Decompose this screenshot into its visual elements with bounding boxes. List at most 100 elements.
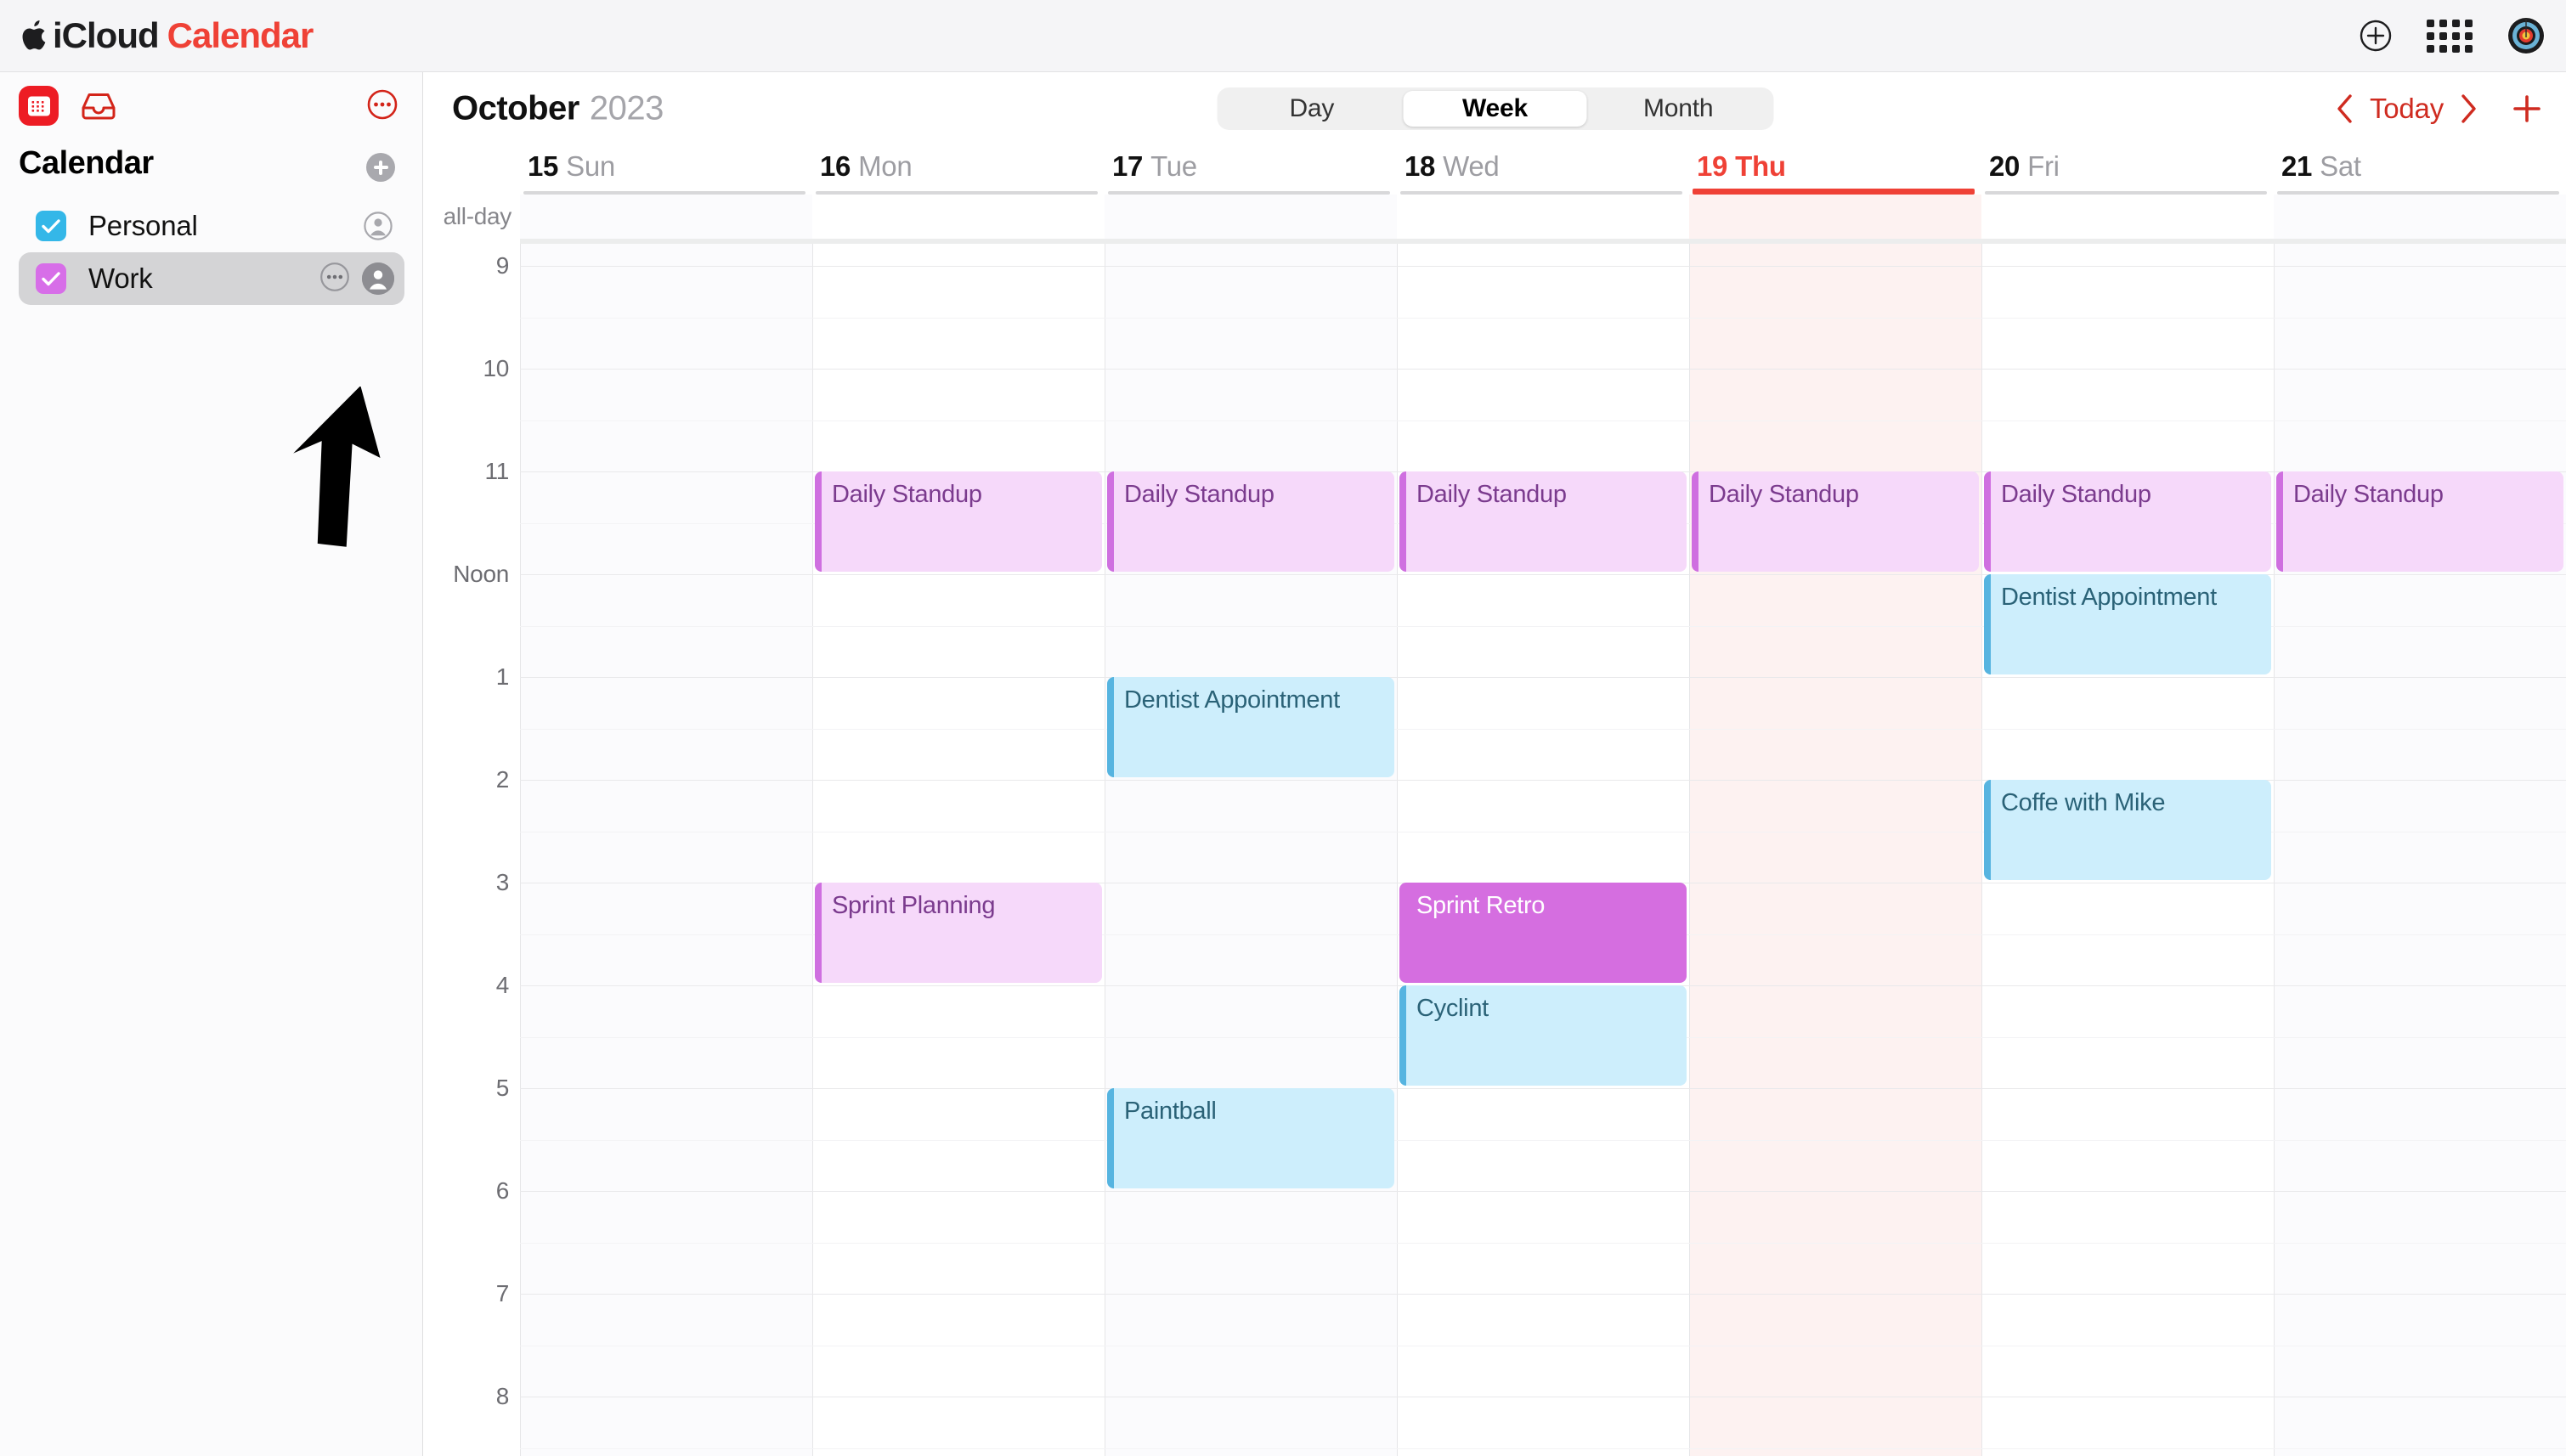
- app-top-bar: iCloud Calendar: [0, 0, 2566, 72]
- event-title: Sprint Retro: [1416, 892, 1546, 919]
- grid-vline: [2274, 244, 2275, 1456]
- day-column[interactable]: [520, 244, 812, 1456]
- day-number: 18: [1405, 150, 1436, 182]
- day-of-week: Sat: [2320, 150, 2361, 182]
- grid-hline: [520, 677, 2566, 678]
- day-header-thu[interactable]: 19 Thu: [1689, 145, 1981, 195]
- calendar-event[interactable]: Daily Standup: [1692, 471, 1979, 572]
- tab-day[interactable]: Day: [1220, 91, 1404, 127]
- calendar-checkbox[interactable]: [36, 211, 66, 241]
- day-number: 20: [1989, 150, 2021, 182]
- calendar-event[interactable]: Daily Standup: [1399, 471, 1687, 572]
- day-column[interactable]: [812, 244, 1105, 1456]
- grid-halfhour-line: [520, 728, 2566, 730]
- day-of-week: Sun: [566, 150, 615, 182]
- all-day-cell[interactable]: [2274, 195, 2566, 239]
- more-circle-icon[interactable]: [367, 89, 398, 124]
- all-day-cell[interactable]: [1397, 195, 1689, 239]
- calendar-main: October 2023 Day Week Month Today 15 Sun 16…: [424, 72, 2566, 1456]
- all-day-cell[interactable]: [1105, 195, 1397, 239]
- share-calendar-icon[interactable]: [362, 210, 394, 242]
- hour-label: 10: [483, 355, 509, 381]
- hour-label: 7: [495, 1280, 510, 1306]
- account-avatar[interactable]: [2507, 16, 2546, 55]
- calendar-item-work[interactable]: Work: [19, 252, 404, 305]
- all-day-cell[interactable]: [1689, 195, 1981, 239]
- day-header-fri[interactable]: 20 Fri: [1981, 145, 2274, 195]
- hour-label: 5: [495, 1075, 510, 1101]
- share-calendar-icon[interactable]: [362, 262, 394, 295]
- add-circle-icon[interactable]: [2359, 19, 2393, 53]
- calendar-event[interactable]: Dentist Appointment: [1984, 574, 2271, 674]
- day-column[interactable]: [1105, 244, 1397, 1456]
- calendar-event[interactable]: Coffe with Mike: [1984, 780, 2271, 880]
- event-title: Sprint Planning: [832, 892, 996, 919]
- calendar-event[interactable]: Sprint Retro: [1399, 883, 1687, 983]
- grid-hline: [520, 1088, 2566, 1089]
- day-column[interactable]: [1689, 244, 1981, 1456]
- next-week-button[interactable]: [2456, 92, 2481, 126]
- calendar-list: Personal Work: [0, 200, 423, 305]
- all-day-cell[interactable]: [1981, 195, 2274, 239]
- day-number: 17: [1112, 150, 1144, 182]
- view-switcher: Day Week Month: [1217, 87, 1773, 130]
- calendar-event[interactable]: Daily Standup: [1984, 471, 2271, 572]
- new-event-button[interactable]: [2510, 92, 2544, 126]
- tab-month[interactable]: Month: [1586, 91, 1770, 127]
- day-header-label: 15 Sun: [528, 150, 615, 183]
- event-title: Daily Standup: [1709, 481, 1859, 508]
- calendar-event[interactable]: Sprint Planning: [815, 883, 1102, 983]
- day-header-tue[interactable]: 17 Tue: [1105, 145, 1397, 195]
- calendar-event[interactable]: Daily Standup: [815, 471, 1102, 572]
- today-button[interactable]: Today: [2358, 93, 2456, 125]
- grid-hline: [520, 369, 2566, 370]
- all-day-cell[interactable]: [520, 195, 812, 239]
- day-column[interactable]: [2274, 244, 2566, 1456]
- previous-week-button[interactable]: [2332, 92, 2358, 126]
- day-header-mon[interactable]: 16 Mon: [812, 145, 1105, 195]
- calendar-event[interactable]: Paintball: [1107, 1088, 1394, 1188]
- day-of-week: Thu: [1735, 150, 1786, 182]
- event-title: Daily Standup: [2001, 481, 2151, 508]
- event-title: Daily Standup: [1124, 481, 1275, 508]
- grid-vline: [812, 244, 813, 1456]
- day-header-sat[interactable]: 21 Sat: [2274, 145, 2566, 195]
- calendar-event[interactable]: Daily Standup: [1107, 471, 1394, 572]
- calendar-event[interactable]: Daily Standup: [2276, 471, 2563, 572]
- grid-vline: [520, 244, 521, 1456]
- calendar-icon[interactable]: [19, 86, 59, 126]
- app-grid-icon[interactable]: [2427, 19, 2473, 53]
- add-calendar-button[interactable]: [366, 153, 395, 182]
- day-header-sun[interactable]: 15 Sun: [520, 145, 812, 195]
- day-header-wed[interactable]: 18 Wed: [1397, 145, 1689, 195]
- calendar-checkbox[interactable]: [36, 263, 66, 294]
- calendar-event[interactable]: Cyclint: [1399, 985, 1687, 1086]
- brand-logo: iCloud Calendar: [22, 15, 314, 56]
- hour-label: 8: [495, 1383, 510, 1409]
- inbox-icon[interactable]: [81, 91, 116, 126]
- calendar-event[interactable]: Dentist Appointment: [1107, 677, 1394, 777]
- calendar-more-icon[interactable]: [319, 262, 350, 296]
- week-grid[interactable]: 9 10 11 Noon 1 2 3 4 5 6 7 8 Daily Standup Daily Stan…: [424, 244, 2566, 1456]
- day-number: 16: [820, 150, 851, 182]
- day-header-label: 20 Fri: [1989, 150, 2060, 183]
- date-navigation: Today: [2332, 92, 2544, 126]
- all-day-row: all-day: [424, 195, 2566, 239]
- day-column[interactable]: [1397, 244, 1689, 1456]
- sidebar: Calendar Personal Work: [0, 72, 423, 1456]
- grid-vline: [1397, 244, 1398, 1456]
- calendar-item-personal[interactable]: Personal: [19, 200, 404, 252]
- tab-week[interactable]: Week: [1403, 91, 1587, 127]
- event-title: Dentist Appointment: [2001, 584, 2217, 611]
- event-title: Coffe with Mike: [2001, 789, 2166, 816]
- all-day-cell[interactable]: [812, 195, 1105, 239]
- brand-icloud-text: iCloud: [53, 15, 160, 55]
- grid-vline: [1981, 244, 1982, 1456]
- day-header-label: 16 Mon: [820, 150, 913, 183]
- brand-app-text: Calendar: [167, 15, 314, 55]
- grid-halfhour-line: [520, 1448, 2566, 1449]
- calendar-name: Personal: [88, 210, 198, 241]
- event-title: Daily Standup: [1416, 481, 1567, 508]
- calendar-row-actions: [362, 210, 394, 242]
- event-title: Daily Standup: [2293, 481, 2444, 508]
